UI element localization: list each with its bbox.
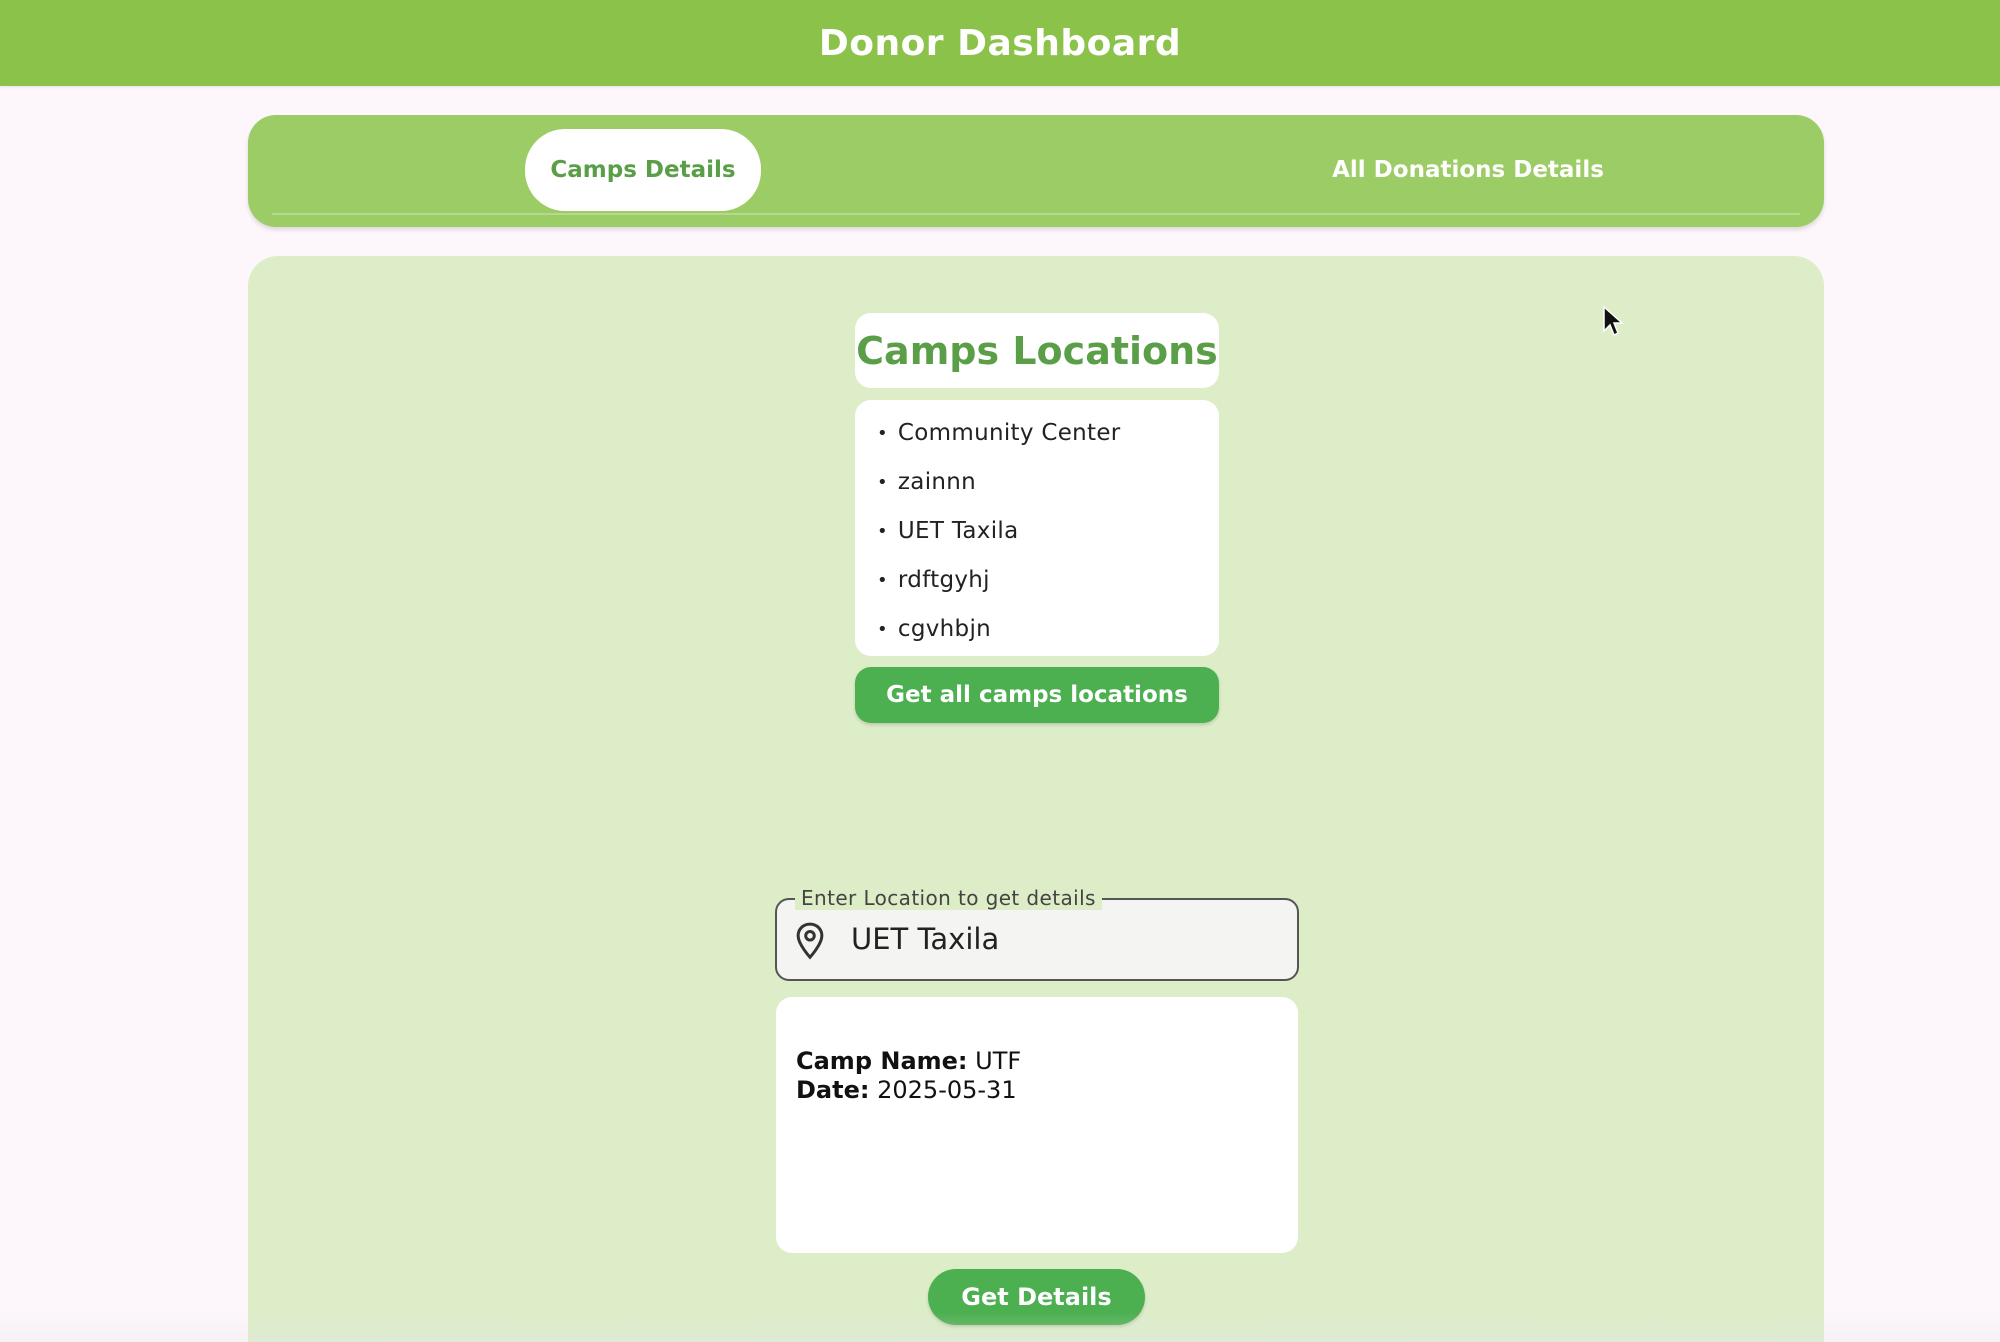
locations-list: • Community Center • zainnn • UET Taxila • r… [877,420,1197,656]
bullet-icon: • [877,521,888,542]
tab-camps-details[interactable]: Camps Details [525,129,761,211]
camp-name-value: UTF [975,1047,1022,1075]
bullet-icon: • [877,570,888,591]
tab-underline [272,213,1800,215]
date-value: 2025-05-31 [877,1076,1017,1104]
locations-title: Camps Locations [856,328,1218,373]
list-item: • UET Taxila [877,518,1197,567]
locations-list-card[interactable]: • Community Center • zainnn • UET Taxila • r… [855,400,1219,656]
get-all-camps-locations-button[interactable]: Get all camps locations [855,667,1219,723]
location-search-field[interactable]: Enter Location to get details [775,886,1299,981]
app-bar: Donor Dashboard [0,0,2000,86]
camp-name-label: Camp Name: [796,1047,968,1075]
list-item: • zainnn [877,469,1197,518]
location-field-label: Enter Location to get details [795,886,1102,910]
date-label: Date: [796,1076,870,1104]
app-title: Donor Dashboard [818,22,1182,64]
camp-details-card: Camp Name: UTF Date: 2025-05-31 [776,997,1298,1253]
location-name: UET Taxila [897,518,1019,544]
list-item: • Community Center [877,420,1197,469]
location-name: zainnn [897,469,977,495]
bullet-icon: • [877,423,888,444]
camp-name-row: Camp Name: UTF [796,1047,1278,1076]
list-item: • cgvhbjn [877,616,1197,656]
location-name: cgvhbjn [897,616,992,642]
location-pin-icon [796,922,824,960]
mouse-cursor-icon [1603,305,1624,337]
tab-bar: Camps Details All Donations Details [248,115,1824,227]
locations-title-card: Camps Locations [855,313,1219,388]
list-item: • rdftgyhj [877,567,1197,616]
location-name: rdftgyhj [897,567,990,593]
location-input[interactable] [851,922,1271,956]
date-row: Date: 2025-05-31 [796,1076,1278,1105]
tab-all-donations-details[interactable]: All Donations Details [1268,129,1668,211]
bullet-icon: • [877,619,888,640]
get-details-button[interactable]: Get Details [928,1269,1145,1325]
location-name: Community Center [897,420,1121,446]
bullet-icon: • [877,472,888,493]
